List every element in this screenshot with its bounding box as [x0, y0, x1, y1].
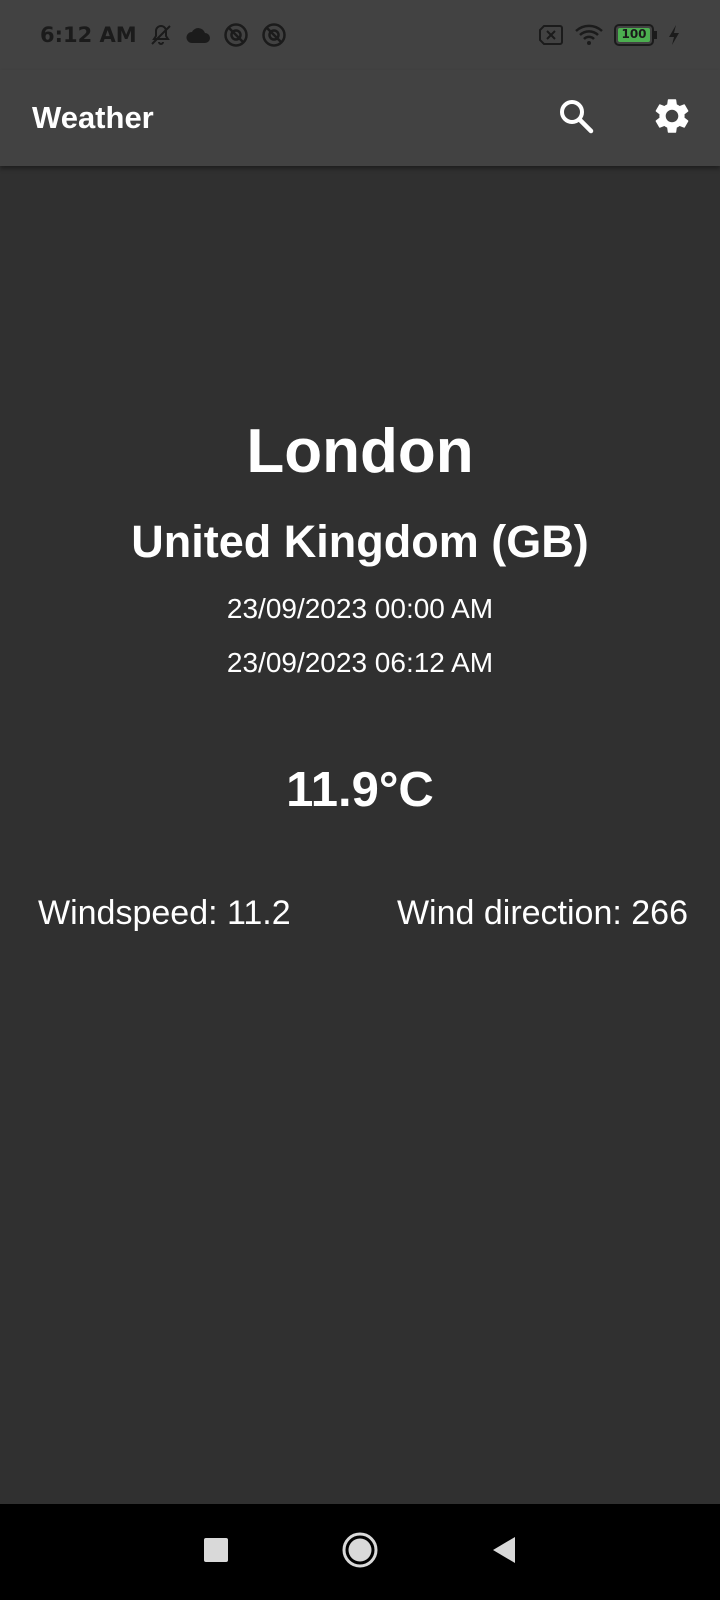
- back-button[interactable]: [476, 1524, 532, 1580]
- app-bar-actions: [528, 70, 720, 166]
- home-circle-icon: [341, 1531, 379, 1574]
- app-notification-icon: [223, 22, 249, 48]
- city-name: London: [246, 417, 474, 486]
- back-triangle-icon: [491, 1536, 517, 1569]
- app-bar: Weather: [0, 70, 720, 166]
- country-name: United Kingdom (GB): [131, 516, 589, 567]
- search-icon: [556, 96, 596, 141]
- settings-gear-icon: [651, 95, 693, 142]
- sim-x-icon: [538, 24, 564, 46]
- status-right-icons: 100: [538, 24, 680, 46]
- wind-info-row: Windspeed: 11.2 Wind direction: 266: [38, 894, 688, 933]
- windspeed: Windspeed: 11.2: [38, 894, 291, 932]
- battery-icon: 100: [614, 24, 658, 46]
- battery-level: 100: [621, 27, 647, 41]
- charging-bolt-icon: [668, 24, 680, 46]
- recents-button[interactable]: [188, 1524, 244, 1580]
- status-time: 6:12 AM: [40, 23, 137, 47]
- app-title: Weather: [32, 100, 154, 135]
- app-notification-icon: [261, 22, 287, 48]
- status-bar: 6:12 AM 100: [0, 0, 720, 70]
- weather-content: London United Kingdom (GB) 23/09/2023 00…: [0, 166, 720, 1504]
- forecast-date: 23/09/2023 00:00 AM: [226, 593, 494, 624]
- status-left-icons: [149, 22, 287, 48]
- recents-square-icon: [203, 1537, 229, 1568]
- system-nav-bar: [0, 1504, 720, 1600]
- wind-direction: Wind direction: 266: [396, 894, 688, 932]
- temperature: 11.9°C: [286, 763, 434, 817]
- home-button[interactable]: [332, 1524, 388, 1580]
- search-button[interactable]: [528, 70, 624, 166]
- settings-button[interactable]: [624, 70, 720, 166]
- cloud-icon: [185, 25, 211, 45]
- wifi-icon: [574, 24, 604, 46]
- notifications-off-icon: [149, 23, 173, 47]
- current-date: 23/09/2023 06:12 AM: [226, 647, 494, 678]
